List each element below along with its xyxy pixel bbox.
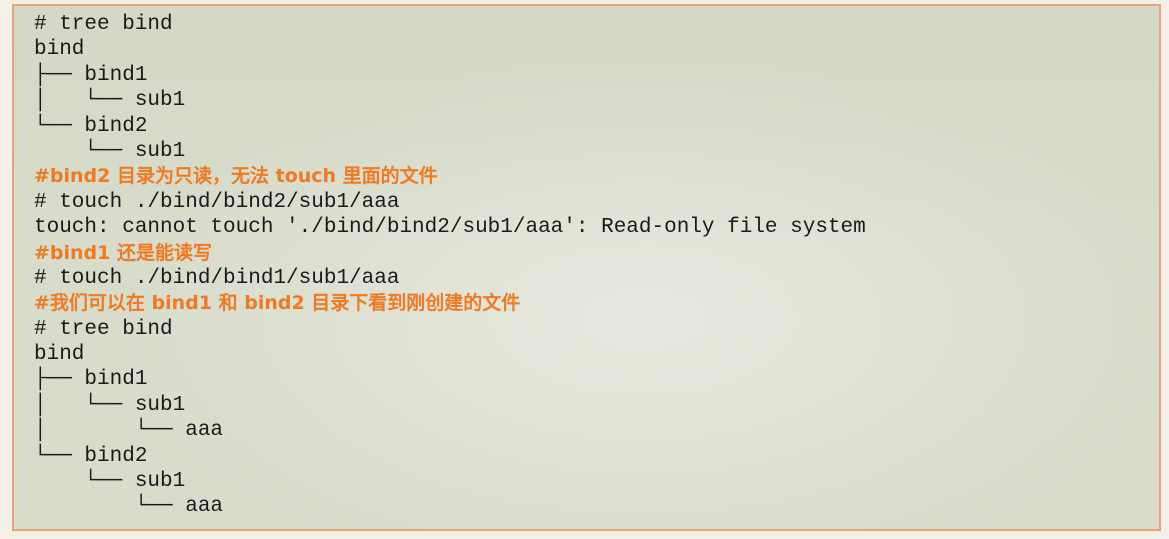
code-comment: #bind1 还是能读写 xyxy=(34,241,212,264)
code-line: bind xyxy=(34,343,85,367)
code-line: # touch ./bind/bind1/sub1/aaa xyxy=(34,266,400,290)
code-line: └── bind2 xyxy=(34,444,148,468)
code-line: touch: cannot touch './bind/bind2/sub1/a… xyxy=(34,216,866,240)
code-line: ├── bind1 xyxy=(34,63,148,87)
code-lines: # tree bind bind ├── bind1 │ └── sub1 └─… xyxy=(34,12,866,520)
code-comment: #bind2 目录为只读，无法 touch 里面的文件 xyxy=(34,165,438,188)
code-line: │ └── aaa xyxy=(34,419,224,443)
code-line: # tree bind xyxy=(34,13,173,36)
code-line: └── sub1 xyxy=(34,139,186,163)
code-line: bind xyxy=(34,38,85,62)
code-block: # tree bind bind ├── bind1 │ └── sub1 └─… xyxy=(12,4,1161,531)
code-comment: #我们可以在 bind1 和 bind2 目录下看到刚创建的文件 xyxy=(34,292,521,315)
code-line: # touch ./bind/bind2/sub1/aaa xyxy=(34,190,400,214)
code-line: │ └── sub1 xyxy=(34,393,186,417)
code-line: │ └── sub1 xyxy=(34,89,186,113)
code-line: └── sub1 xyxy=(34,470,186,494)
code-line: └── bind2 xyxy=(34,114,148,138)
code-line: ├── bind1 xyxy=(34,368,148,392)
code-line: # tree bind xyxy=(34,317,173,341)
code-line: └── aaa xyxy=(34,495,224,519)
